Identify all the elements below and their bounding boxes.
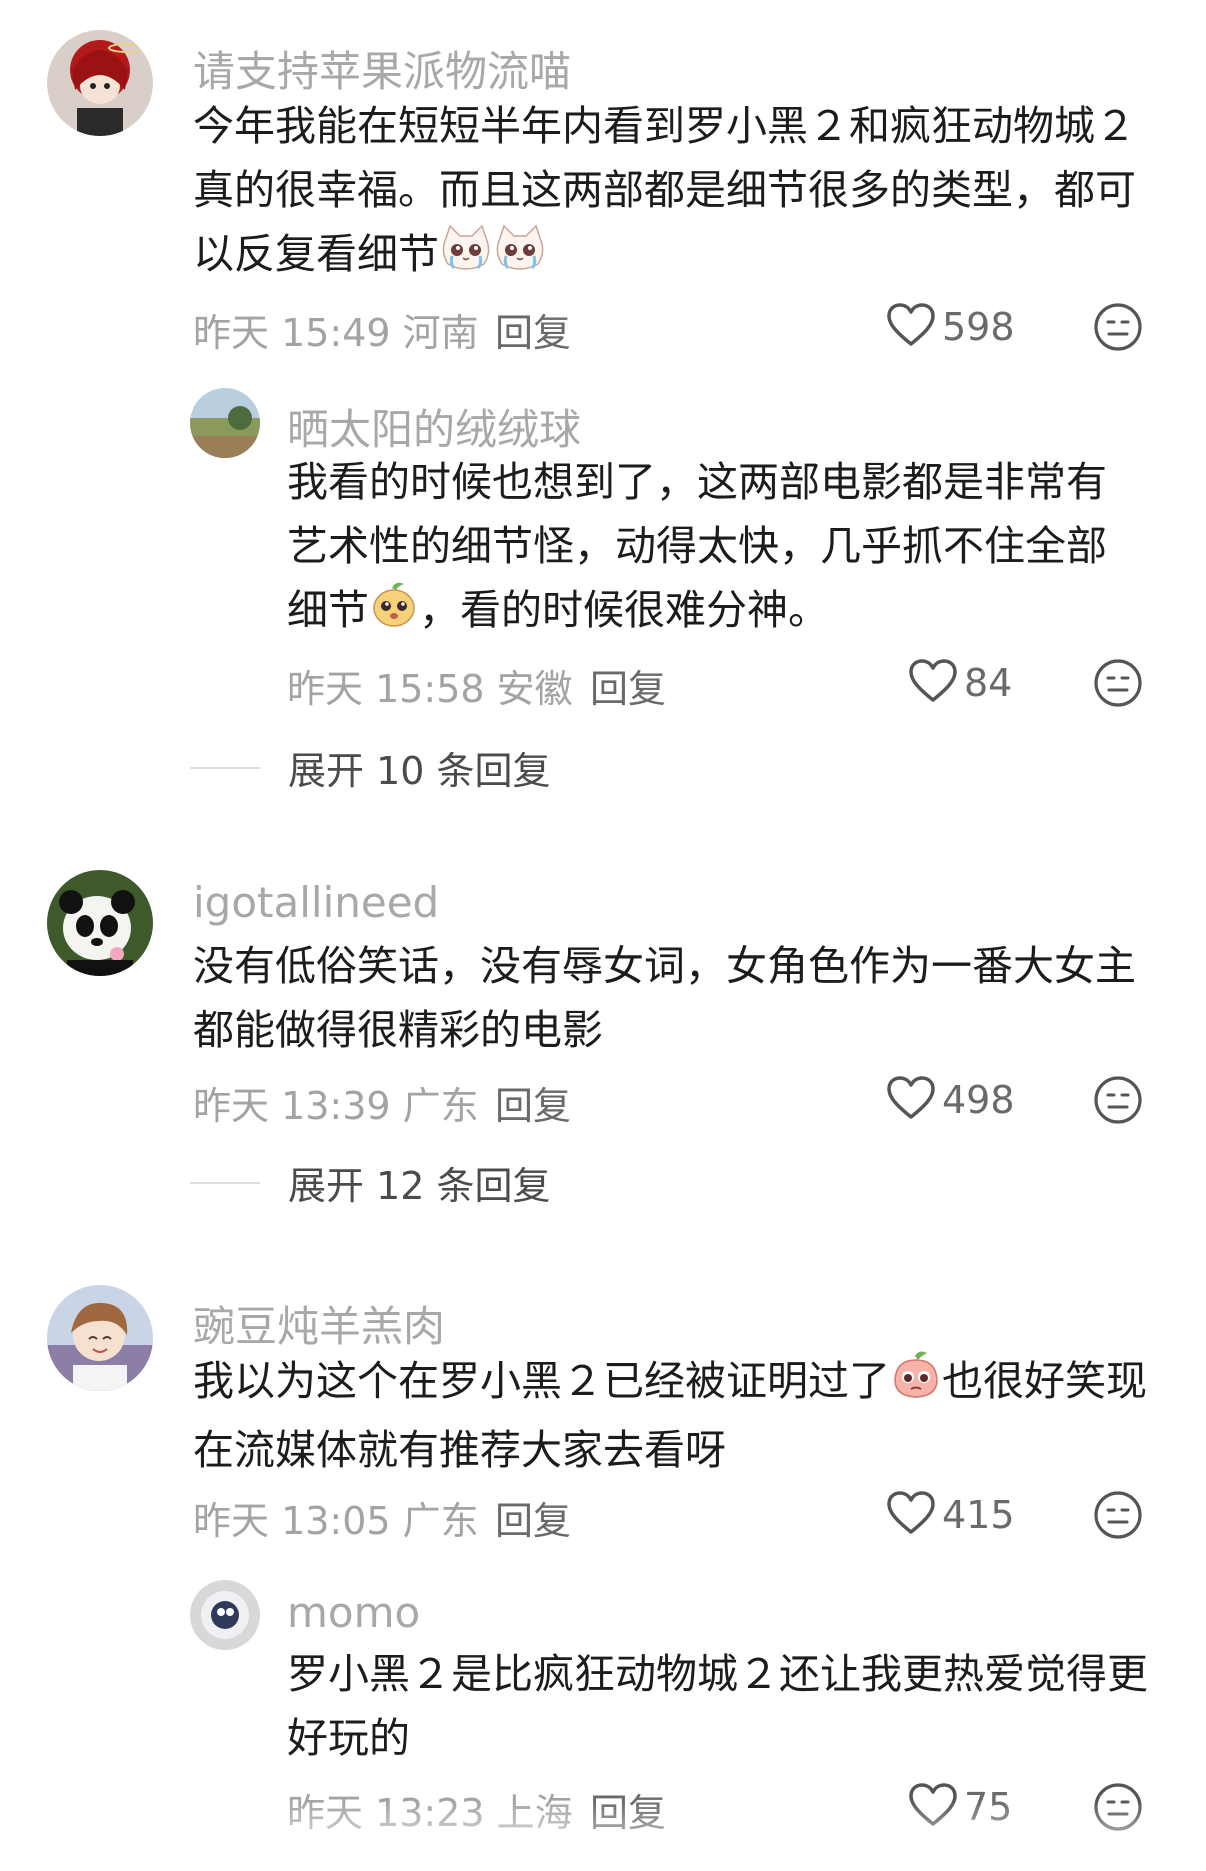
comment-line: 今年我能在短短半年内看到罗小黑２和疯狂动物城２ bbox=[193, 102, 1136, 150]
expand-replies-label: 展开 12 条回复 bbox=[288, 1164, 551, 1208]
reply-avatar[interactable] bbox=[190, 388, 260, 458]
like-count: 415 bbox=[942, 1493, 1015, 1537]
comment-text: 我以为这个在罗小黑２已经被证明过了 也很好笑现 在流媒体就有推荐大家去看呀 bbox=[193, 1349, 1147, 1482]
bottom-fade bbox=[0, 1800, 1206, 1871]
avatar[interactable] bbox=[47, 1285, 153, 1391]
crying-cat-emoji bbox=[440, 224, 492, 290]
expand-replies-button[interactable]: 展开 12 条回复 bbox=[190, 1155, 551, 1210]
dislike-button[interactable] bbox=[1093, 302, 1143, 356]
like-button[interactable]: 498 bbox=[886, 1075, 1015, 1125]
reply-line: 好玩的 bbox=[287, 1714, 410, 1762]
heart-outline-icon bbox=[886, 1490, 936, 1540]
crying-cat-emoji bbox=[494, 224, 546, 290]
dislike-button[interactable] bbox=[1093, 1490, 1143, 1544]
reply-timestamp-location: 昨天 15:58 安徽 bbox=[287, 667, 573, 711]
comment-text: 没有低俗笑话，没有辱女词，女角色作为一番大女主 都能做得很精彩的电影 bbox=[193, 934, 1136, 1062]
neutral-face-icon bbox=[1093, 1076, 1143, 1129]
reply-line: 罗小黑２是比疯狂动物城２还让我更热爱觉得更 bbox=[287, 1650, 1148, 1698]
reply-button[interactable]: 回复 bbox=[495, 1490, 571, 1545]
heart-outline-icon bbox=[908, 658, 958, 708]
like-button[interactable]: 598 bbox=[886, 302, 1015, 352]
comment-line: 以反复看细节 bbox=[193, 222, 1136, 290]
reply-username[interactable]: momo bbox=[287, 1588, 420, 1637]
dislike-button[interactable] bbox=[1093, 658, 1143, 712]
peach-face-emoji bbox=[370, 580, 418, 646]
expand-replies-label: 展开 10 条回复 bbox=[288, 749, 551, 793]
timestamp-location: 昨天 13:05 广东 bbox=[193, 1499, 479, 1543]
dislike-button[interactable] bbox=[1093, 1075, 1143, 1129]
username[interactable]: 豌豆炖羊羔肉 bbox=[193, 1293, 445, 1354]
username[interactable]: 请支持苹果派物流喵 bbox=[193, 38, 571, 99]
comment-line: 没有低俗笑话，没有辱女词，女角色作为一番大女主 bbox=[193, 942, 1136, 990]
reply-button[interactable]: 回复 bbox=[495, 1075, 571, 1130]
comment-line: 真的很幸福。而且这两部都是细节很多的类型，都可 bbox=[193, 166, 1136, 214]
timestamp-location: 昨天 13:39 广东 bbox=[193, 1084, 479, 1128]
neutral-face-icon bbox=[1093, 1491, 1143, 1544]
reply-line: 艺术性的细节怪，动得太快，几乎抓不住全部 bbox=[287, 522, 1107, 570]
neutral-face-icon bbox=[1093, 303, 1143, 356]
like-count: 498 bbox=[942, 1078, 1015, 1122]
heart-outline-icon bbox=[886, 1075, 936, 1125]
reply-avatar[interactable] bbox=[190, 1580, 260, 1650]
pleading-peach-emoji bbox=[891, 1350, 941, 1418]
timestamp-location: 昨天 15:49 河南 bbox=[193, 311, 479, 355]
reply-text: 我看的时候也想到了，这两部电影都是非常有 艺术性的细节怪，动得太快，几乎抓不住全… bbox=[287, 450, 1107, 646]
avatar[interactable] bbox=[47, 870, 153, 976]
like-button[interactable]: 84 bbox=[908, 658, 1012, 708]
reply-button[interactable]: 回复 bbox=[495, 302, 571, 357]
neutral-face-icon bbox=[1093, 659, 1143, 712]
reply-username[interactable]: 晒太阳的绒绒球 bbox=[287, 396, 581, 457]
like-button[interactable]: 415 bbox=[886, 1490, 1015, 1540]
avatar[interactable] bbox=[47, 30, 153, 136]
divider bbox=[190, 1181, 260, 1184]
reply-button[interactable]: 回复 bbox=[590, 658, 666, 713]
reply-line: 我看的时候也想到了，这两部电影都是非常有 bbox=[287, 458, 1107, 506]
reply-line: 细节 ，看的时候很难分神。 bbox=[287, 578, 1107, 646]
comment-line: 我以为这个在罗小黑２已经被证明过了 也很好笑现 bbox=[193, 1349, 1147, 1418]
comment-line: 都能做得很精彩的电影 bbox=[193, 1006, 603, 1054]
divider bbox=[190, 766, 260, 769]
username[interactable]: igotallineed bbox=[193, 878, 439, 927]
comment-line: 在流媒体就有推荐大家去看呀 bbox=[193, 1426, 726, 1474]
like-count: 84 bbox=[964, 661, 1013, 705]
comment-text: 今年我能在短短半年内看到罗小黑２和疯狂动物城２ 真的很幸福。而且这两部都是细节很… bbox=[193, 94, 1136, 290]
like-count: 598 bbox=[942, 305, 1015, 349]
heart-outline-icon bbox=[886, 302, 936, 352]
expand-replies-button[interactable]: 展开 10 条回复 bbox=[190, 740, 551, 795]
reply-text: 罗小黑２是比疯狂动物城２还让我更热爱觉得更 好玩的 bbox=[287, 1642, 1148, 1770]
